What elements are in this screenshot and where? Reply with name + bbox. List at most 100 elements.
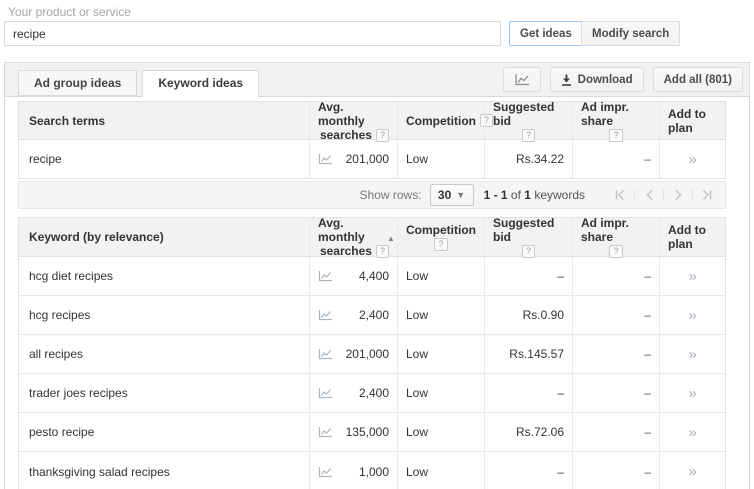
searches-cell: 2,400 [309,374,397,412]
header-competition[interactable]: Competition ? [397,102,494,139]
line-chart-icon[interactable] [318,426,333,438]
competition-cell: Low [397,335,484,373]
pagination-range: 1 - 1 of 1 keywords [483,188,585,202]
header-ad-impr-share[interactable]: Ad impr. share ? [572,100,659,142]
suggested-bid-cell: Rs.72.06 [484,413,572,451]
avg-monthly-searches-value: 1,000 [358,464,389,479]
ad-impr-share-cell: – [572,257,659,295]
add-to-plan-cell: » [659,374,725,412]
searches-cell: 201,000 [309,335,397,373]
avg-monthly-searches-value: 201,000 [345,152,389,166]
searches-cell: 135,000 [309,413,397,451]
keyword-cell: hcg recipes [29,308,91,322]
table-row: all recipes 201,000 Low Rs.145.57 – » [19,335,725,374]
trend-chart-button[interactable] [502,67,541,92]
line-chart-icon[interactable] [318,309,333,321]
searches-cell: 201,000 [309,140,397,178]
add-to-plan-button[interactable]: » [688,347,696,362]
ad-impr-share-cell: – [572,413,659,451]
header-competition[interactable]: ▲ Competition ? [387,218,484,256]
suggested-bid-cell: – [484,257,572,295]
tab-keyword-ideas[interactable]: Keyword ideas [142,70,260,97]
rows-per-page-select[interactable]: 30 ▼ [429,184,474,206]
avg-monthly-searches-value: 4,400 [358,269,389,283]
pagination-nav [605,189,721,201]
search-terms-body: recipe 201,000 Low Rs.34.22 – » [19,140,725,178]
show-rows-label: Show rows: [359,188,422,202]
add-to-plan-cell: » [659,257,725,295]
table-row: hcg recipes 2,400 Low Rs.0.90 – » [19,296,725,335]
add-to-plan-button[interactable]: » [688,152,696,167]
competition-cell: Low [397,413,484,451]
add-to-plan-button[interactable]: » [688,425,696,440]
toolbar: Download Add all (801) [502,67,743,92]
sort-ascending-icon[interactable]: ▲ [387,232,395,246]
tab-strip: Ad group ideas Keyword ideas Download Ad… [5,63,749,97]
line-chart-icon[interactable] [318,270,333,282]
header-search-terms[interactable]: Search terms [19,102,309,139]
header-keyword-by-relevance[interactable]: Keyword (by relevance) [19,218,309,256]
line-chart-icon[interactable] [318,466,333,478]
add-to-plan-button[interactable]: » [688,464,696,479]
line-chart-icon[interactable] [318,387,333,399]
add-to-plan-button[interactable]: » [688,308,696,323]
header-avg-monthly-searches[interactable]: Avg. monthly searches? [309,216,397,258]
product-service-label: Your product or service [8,5,131,19]
keyword-cell: recipe [29,152,62,166]
competition-cell: Low [397,257,484,295]
keyword-cell: thanksgiving salad recipes [29,464,170,479]
ad-impr-share-cell: – [572,374,659,412]
first-page-icon[interactable] [605,189,634,201]
modify-search-button[interactable]: Modify search [581,21,681,46]
add-to-plan-cell: » [659,335,725,373]
prev-page-icon[interactable] [634,189,663,201]
header-suggested-bid[interactable]: Suggested bid ? [484,100,572,142]
ad-impr-share-cell: – [572,296,659,334]
searches-cell: 4,400 [309,257,397,295]
table-row: pesto recipe 135,000 Low Rs.72.06 – » [19,413,725,452]
add-all-button[interactable]: Add all (801) [652,67,743,92]
keyword-cell: trader joes recipes [29,386,128,400]
header-add-to-plan: Add to plan [659,218,725,256]
add-to-plan-cell: » [659,140,725,178]
avg-monthly-searches-value: 135,000 [345,425,389,439]
search-terms-table: Search terms Avg. monthly searches? Comp… [18,100,726,179]
suggested-bid-cell: Rs.34.22 [484,140,572,178]
product-service-input[interactable] [4,21,501,46]
ad-impr-share-cell: – [572,335,659,373]
get-ideas-button[interactable]: Get ideas [509,21,583,46]
last-page-icon[interactable] [692,189,721,201]
add-to-plan-button[interactable]: » [688,386,696,401]
next-page-icon[interactable] [663,189,692,201]
rows-per-page-value: 30 [437,188,452,202]
searches-cell: 2,400 [309,296,397,334]
add-to-plan-button[interactable]: » [688,269,696,284]
searches-cell: 1,000 [309,452,397,489]
add-to-plan-cell: » [659,452,725,489]
keyword-cell: all recipes [29,347,84,361]
add-to-plan-cell: » [659,413,725,451]
line-chart-icon[interactable] [318,153,333,165]
ad-impr-share-cell: – [572,140,659,178]
avg-monthly-searches-value: 2,400 [358,308,389,322]
table-row: trader joes recipes 2,400 Low – – » [19,374,725,413]
help-icon[interactable]: ? [434,238,448,251]
line-chart-icon[interactable] [318,348,333,360]
suggested-bid-cell: – [484,452,572,489]
download-label: Download [577,73,633,86]
header-add-to-plan: Add to plan [659,102,725,139]
download-button[interactable]: Download [549,67,644,92]
pagination-bar: Show rows: 30 ▼ 1 - 1 of 1 keywords [18,181,726,209]
header-suggested-bid[interactable]: Suggested bid ? [484,216,572,258]
header-ad-impr-share[interactable]: Ad impr. share ? [572,216,659,258]
header-avg-monthly-searches[interactable]: Avg. monthly searches? [309,100,397,142]
chevron-down-icon: ▼ [456,190,466,200]
keyword-planner-page: Your product or service Get ideas Modify… [0,0,754,489]
suggested-bid-cell: Rs.0.90 [484,296,572,334]
tab-ad-group-ideas[interactable]: Ad group ideas [18,70,138,96]
search-terms-header: Search terms Avg. monthly searches? Comp… [19,100,725,142]
competition-cell: Low [397,452,484,489]
competition-cell: Low [397,296,484,334]
suggested-bid-cell: – [484,374,572,412]
table-row: thanksgiving salad recipes 1,000 Low – –… [19,452,725,489]
